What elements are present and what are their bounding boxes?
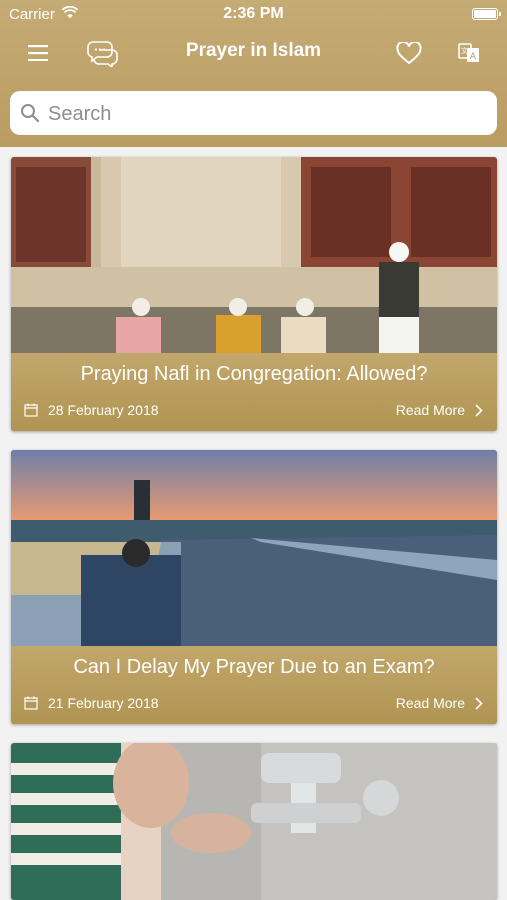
battery-icon (472, 8, 501, 20)
card-caption: Can I Delay My Prayer Due to an Exam? 21… (11, 646, 497, 724)
app-header: Carrier 2:36 PM Prayer in Islam A文 (0, 0, 507, 147)
article-card[interactable] (11, 743, 497, 900)
article-date: 21 February 2018 (24, 695, 159, 711)
calendar-icon (24, 696, 38, 710)
svg-text:A: A (470, 52, 477, 62)
article-title[interactable]: Praying Nafl in Congregation: Allowed? (11, 363, 497, 386)
read-more-link[interactable]: Read More (396, 402, 483, 418)
read-more-link[interactable]: Read More (396, 695, 483, 711)
navigation-bar: Prayer in Islam A文 (0, 28, 507, 78)
article-title[interactable]: Can I Delay My Prayer Due to an Exam? (11, 656, 497, 679)
article-card[interactable]: Praying Nafl in Congregation: Allowed? 2… (11, 157, 497, 431)
translate-icon[interactable]: A文 (456, 28, 482, 78)
status-bar: Carrier 2:36 PM (0, 0, 507, 28)
article-card[interactable]: Can I Delay My Prayer Due to an Exam? 21… (11, 450, 497, 724)
article-date-text: 21 February 2018 (48, 695, 159, 711)
status-time: 2:36 PM (223, 5, 284, 22)
mosque-prayer-image (11, 157, 497, 353)
page-title: Prayer in Islam (185, 40, 322, 61)
article-date-text: 28 February 2018 (48, 402, 159, 418)
calendar-icon (24, 403, 38, 417)
ablution-image (11, 743, 497, 900)
search-bar[interactable] (10, 91, 497, 137)
card-caption: Praying Nafl in Congregation: Allowed? 2… (11, 353, 497, 431)
chevron-right-icon (475, 696, 483, 710)
heart-icon[interactable] (394, 28, 424, 78)
sunset-prayer-image (11, 450, 497, 646)
read-more-label[interactable]: Read More (396, 402, 465, 418)
search-input[interactable] (46, 91, 480, 137)
article-date: 28 February 2018 (24, 402, 159, 418)
read-more-label[interactable]: Read More (396, 695, 465, 711)
search-icon (20, 103, 40, 128)
svg-text:文: 文 (461, 46, 468, 55)
chevron-right-icon (475, 403, 483, 417)
